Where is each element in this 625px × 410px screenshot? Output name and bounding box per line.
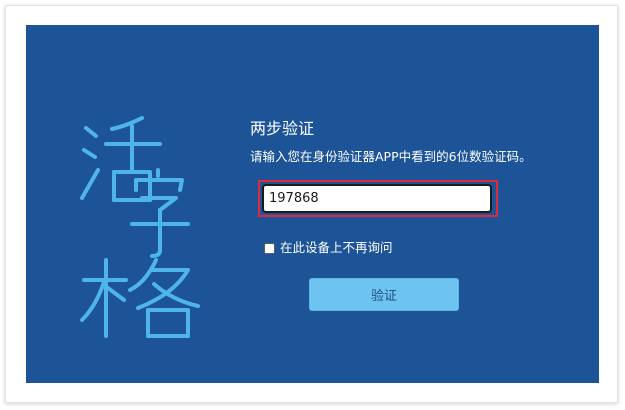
instructions-text: 请输入您在身份验证器APP中看到的6位数验证码。 xyxy=(250,149,532,164)
verification-panel: 两步验证 请输入您在身份验证器APP中看到的6位数验证码。 在此设备上不再询问 … xyxy=(26,25,599,383)
logo xyxy=(76,110,211,340)
dialog-frame: 两步验证 请输入您在身份验证器APP中看到的6位数验证码。 在此设备上不再询问 … xyxy=(5,5,618,403)
remember-device-label: 在此设备上不再询问 xyxy=(280,240,393,255)
verify-button[interactable]: 验证 xyxy=(309,278,459,311)
page-title: 两步验证 xyxy=(250,119,315,138)
remember-device-checkbox[interactable] xyxy=(264,242,275,254)
logo-graphic xyxy=(80,116,200,338)
verification-code-input[interactable] xyxy=(262,184,492,213)
remember-device-option[interactable]: 在此设备上不再询问 xyxy=(264,240,393,256)
